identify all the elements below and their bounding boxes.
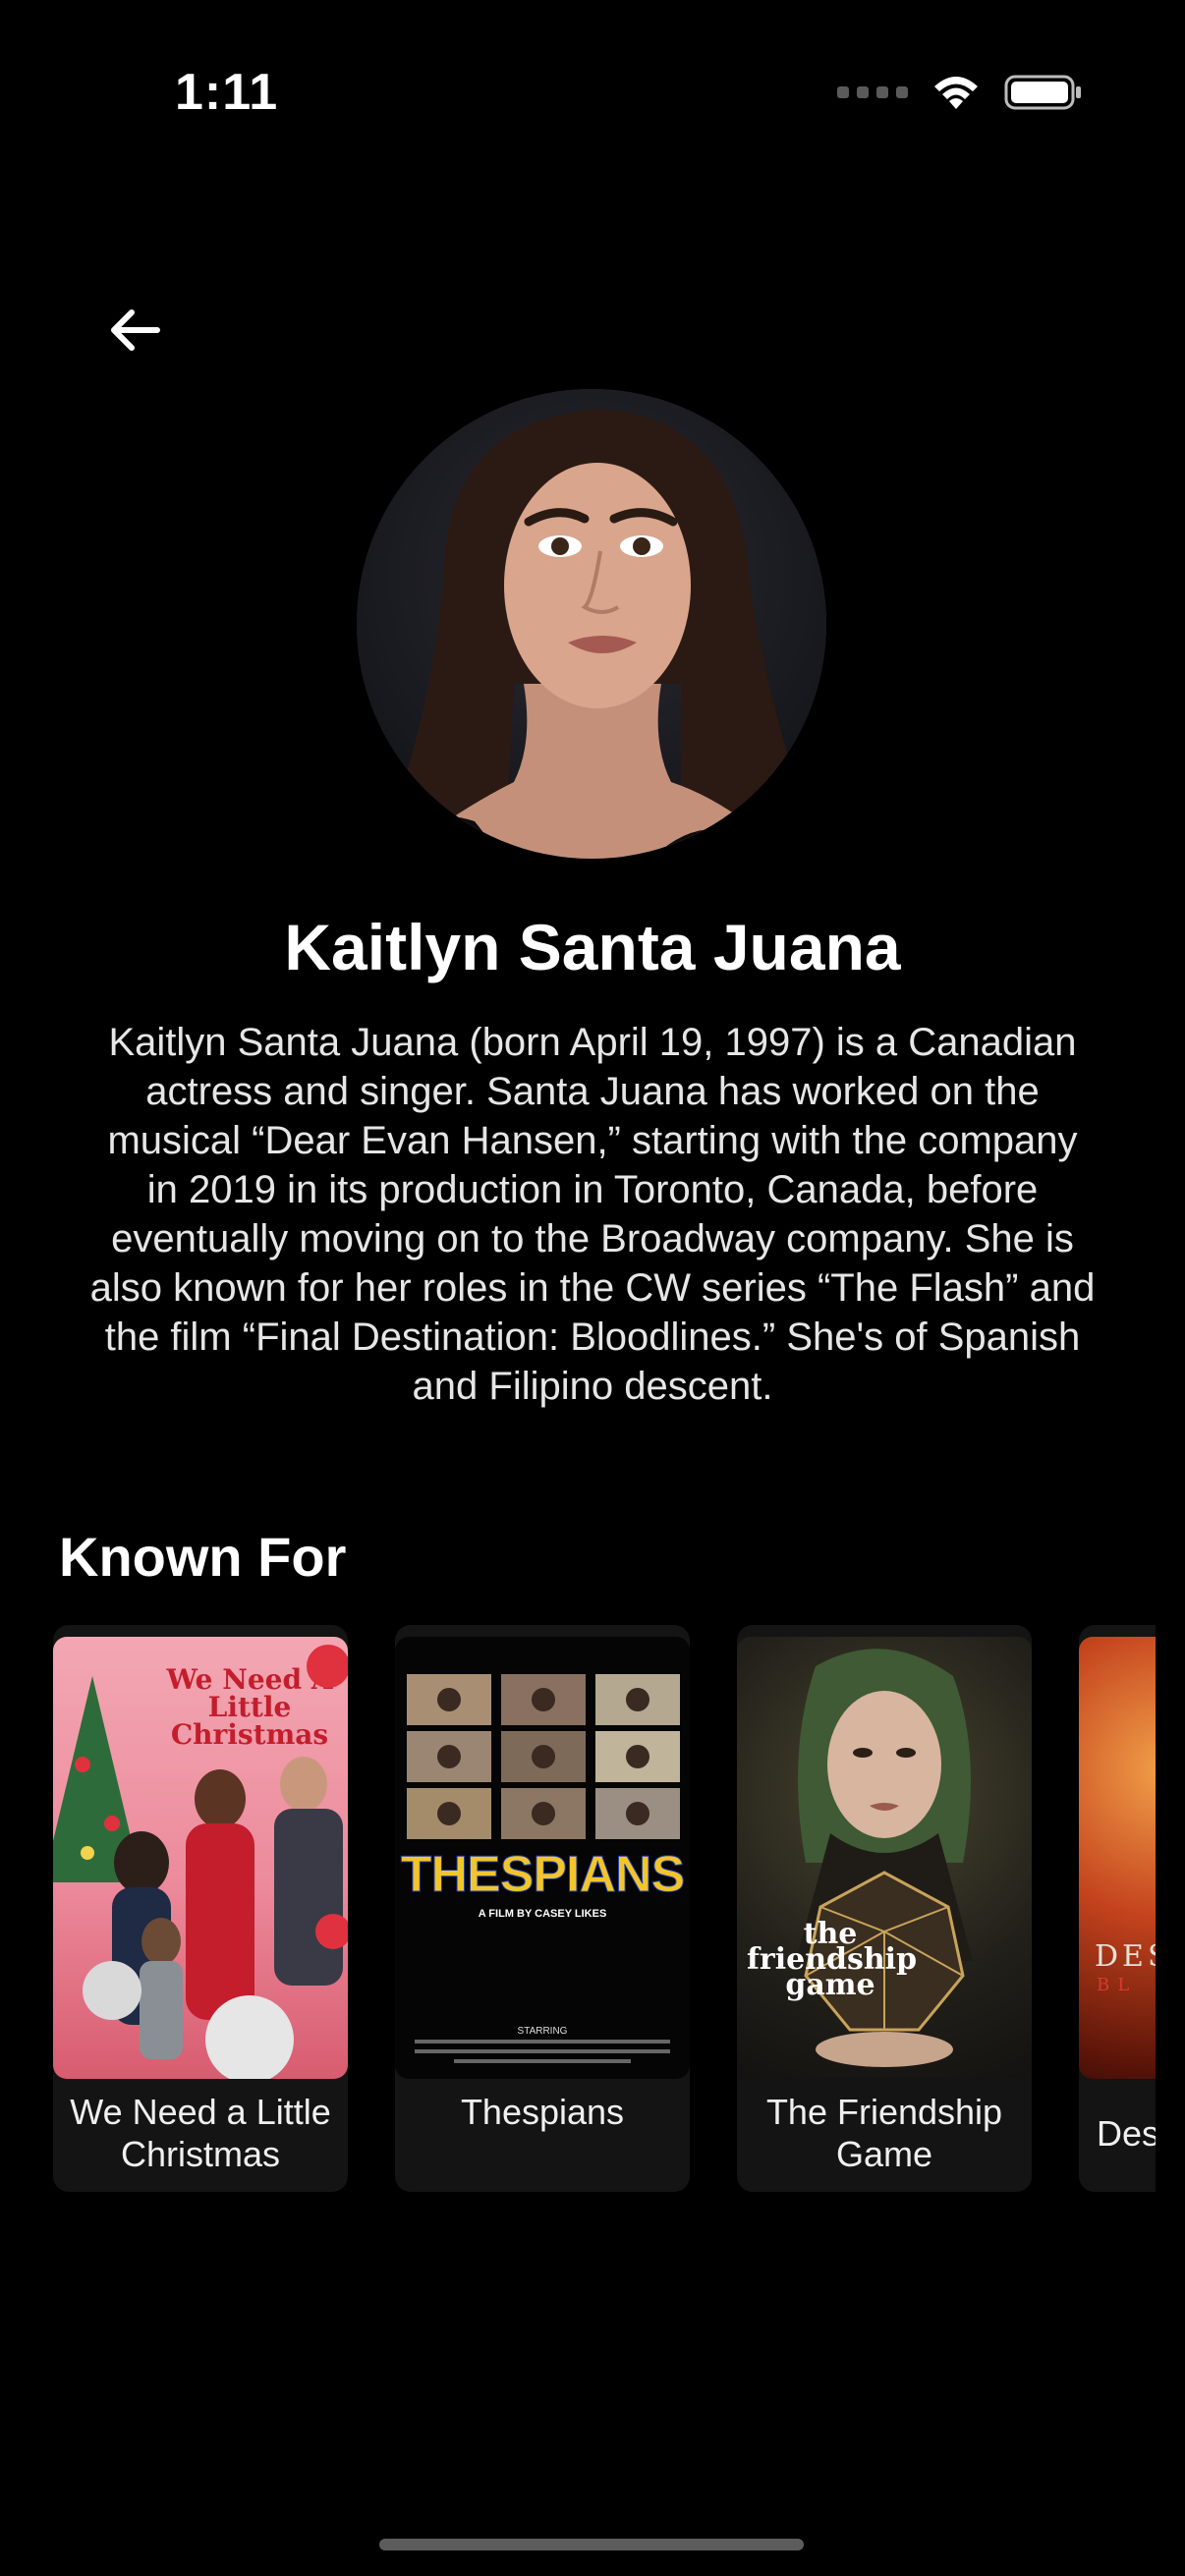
movie-poster: the friendship game — [737, 1637, 1032, 2079]
poster-subtitle: A FILM BY CASEY LIKES — [478, 1908, 607, 1920]
movie-title: We Need a Little Christmas — [70, 2092, 331, 2174]
movie-card[interactable]: THESPIANS A FILM BY CASEY LIKES STARRING… — [395, 1625, 690, 2192]
wifi-icon — [934, 77, 978, 109]
actor-bio: Kaitlyn Santa Juana (born April 19, 1997… — [89, 1021, 1096, 1408]
movie-poster: DES BL — [1079, 1637, 1156, 2079]
poster-title: DES — [1095, 1939, 1156, 1974]
poster-subtitle: BL — [1097, 1975, 1138, 1995]
battery-icon — [1004, 75, 1081, 110]
poster-title: the friendship game — [747, 1917, 918, 2002]
poster-title: THESPIANS — [400, 1846, 686, 1904]
movie-poster: THESPIANS A FILM BY CASEY LIKES STARRING — [395, 1637, 690, 2079]
actor-name: Kaitlyn Santa Juana — [284, 911, 901, 983]
avatar — [357, 389, 826, 859]
known-for-list[interactable]: We Need A Little Christmas We Need a Lit… — [53, 1625, 1156, 2195]
back-button[interactable] — [94, 291, 173, 369]
movie-card[interactable]: DES BL Des — [1079, 1625, 1156, 2192]
movie-card[interactable]: the friendship game The Friendship Game — [737, 1625, 1032, 2192]
movie-card[interactable]: We Need A Little Christmas We Need a Lit… — [53, 1625, 348, 2192]
movie-title: Thespians — [460, 2092, 625, 2132]
movie-title: The Friendship Game — [765, 2092, 1003, 2174]
known-for-title: Known For — [59, 1526, 347, 1588]
status-icons — [837, 73, 1083, 112]
movie-title: Des — [1097, 2113, 1156, 2154]
poster-credits: STARRING — [517, 2026, 568, 2037]
arrow-left-icon — [111, 309, 160, 351]
movie-poster: We Need A Little Christmas — [53, 1637, 348, 2079]
home-indicator[interactable] — [379, 2539, 804, 2550]
status-time: 1:11 — [175, 64, 279, 121]
cellular-signal-icon — [837, 86, 908, 98]
